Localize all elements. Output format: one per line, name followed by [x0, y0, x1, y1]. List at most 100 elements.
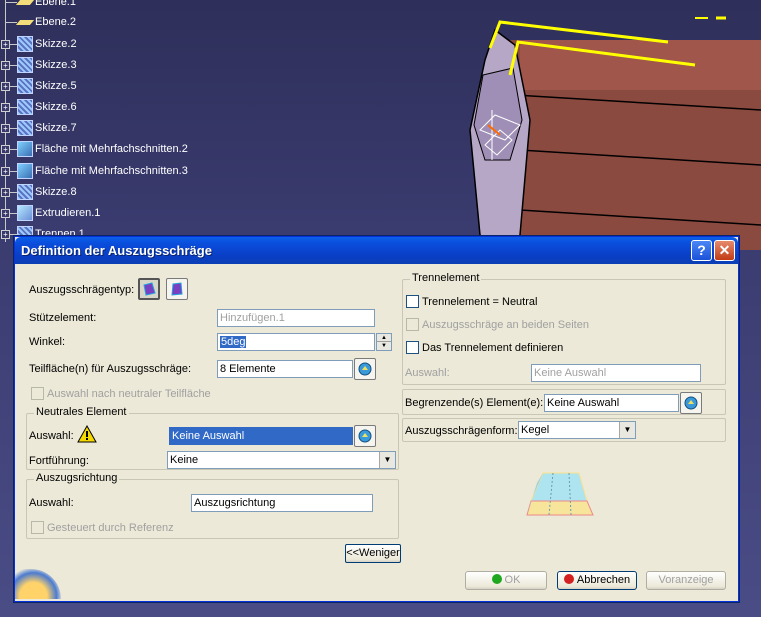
expand-icon[interactable]: + [1, 167, 10, 176]
propagation-dropdown[interactable]: Keine ▼ [167, 451, 396, 469]
close-button[interactable]: ✕ [714, 240, 735, 261]
cancel-button[interactable]: Abbrechen [557, 571, 637, 590]
tree-item-skizze-2[interactable]: + Skizze.2 [0, 34, 77, 54]
direction-selection-field[interactable]: Auszugsrichtung [191, 494, 373, 512]
propagation-value: Keine [170, 454, 199, 466]
faces-edit-button[interactable] [354, 358, 376, 380]
angle-label: Winkel: [29, 336, 66, 348]
support-field: Hinzufügen.1 [217, 309, 375, 327]
draft-type-label: Auszugsschrägentyp: [29, 284, 135, 296]
surface-icon [17, 163, 33, 179]
help-button[interactable]: ? [691, 240, 712, 261]
neutral-element-title: Neutrales Element [34, 406, 129, 418]
draft-preview-image [526, 472, 594, 516]
tree-item-label: Extrudieren.1 [35, 207, 101, 219]
expand-icon[interactable]: + [1, 61, 10, 70]
direction-selection-label: Auswahl: [29, 497, 74, 509]
parting-selection-label: Auswahl: [405, 367, 450, 379]
sketch-icon [17, 78, 33, 94]
support-label: Stützelement: [29, 312, 97, 324]
dialog-titlebar[interactable]: Definition der Auszugsschräge ? ✕ [15, 237, 738, 264]
expand-icon[interactable]: + [1, 40, 10, 49]
tree-item-label: Skizze.2 [35, 38, 77, 50]
expand-icon[interactable]: + [1, 124, 10, 133]
expand-icon[interactable]: + [1, 230, 10, 239]
sketch-icon [17, 120, 33, 136]
define-parting-checkbox[interactable] [406, 341, 419, 354]
draft-form-label: Auszugsschrägenform: [405, 425, 518, 437]
tree-item-skizze-8[interactable]: + Skizze.8 [0, 182, 77, 202]
controlled-by-reference-checkbox[interactable] [31, 521, 44, 534]
draft-form-dropdown[interactable]: Kegel ▼ [518, 421, 636, 439]
neutral-selection-field[interactable]: Keine Auswahl [169, 427, 353, 445]
expand-icon[interactable]: + [1, 209, 10, 218]
tree-item-ebene-2[interactable]: Ebene.2 [0, 12, 76, 32]
tree-item-label: Skizze.6 [35, 101, 77, 113]
less-button[interactable]: <<Weniger [345, 544, 401, 563]
tree-item-flaeche-3[interactable]: + Fläche mit Mehrfachschnitten.3 [0, 161, 188, 181]
constant-draft-icon [143, 282, 156, 296]
sketch-icon [17, 57, 33, 73]
catia-logo [15, 569, 61, 599]
tree-item-label: Skizze.7 [35, 122, 77, 134]
parting-selection-field: Keine Auswahl [531, 364, 701, 382]
tree-item-skizze-6[interactable]: + Skizze.6 [0, 97, 77, 117]
selection-list-icon [358, 362, 372, 376]
tree-item-skizze-5[interactable]: + Skizze.5 [0, 76, 77, 96]
draft-definition-dialog: Definition der Auszugsschräge ? ✕ Auszug… [14, 236, 739, 602]
select-by-neutral-label: Auswahl nach neutraler Teilfläche [47, 388, 211, 400]
expand-icon[interactable]: + [1, 82, 10, 91]
ok-button[interactable]: OK [465, 571, 547, 590]
parting-neutral-label: Trennelement = Neutral [422, 296, 538, 308]
draft-form-value: Kegel [521, 424, 550, 436]
tree-item-label: Ebene.2 [35, 16, 76, 28]
angle-spinner[interactable]: ▲ ▼ [376, 333, 392, 351]
define-parting-label: Das Trennelement definieren [422, 342, 564, 354]
parting-neutral-checkbox[interactable] [406, 295, 419, 308]
limiting-element-field[interactable]: Keine Auswahl [544, 394, 679, 412]
neutral-selection-label: Auswahl: [29, 430, 74, 442]
tree-item-extrudieren-1[interactable]: + Extrudieren.1 [0, 203, 100, 223]
tree-item-label: Skizze.3 [35, 59, 77, 71]
plane-icon [17, 14, 33, 30]
tree-item-ebene-1[interactable]: Ebene.1 [0, 0, 76, 12]
chevron-down-icon: ▼ [379, 452, 395, 468]
neutral-selection-edit-button[interactable] [354, 425, 376, 447]
tree-item-flaeche-2[interactable]: + Fläche mit Mehrfachschnitten.2 [0, 139, 188, 159]
selection-list-icon [358, 429, 372, 443]
variable-angle-draft-button[interactable] [166, 278, 188, 300]
sketch-icon [17, 36, 33, 52]
extrude-icon [17, 205, 33, 221]
tree-item-skizze-3[interactable]: + Skizze.3 [0, 55, 77, 75]
chevron-down-icon: ▼ [619, 422, 635, 438]
preview-button[interactable]: Voranzeige [646, 571, 726, 590]
angle-value: 5deg [220, 336, 247, 348]
faces-to-draft-field[interactable]: 8 Elemente [217, 360, 353, 378]
surface-icon [17, 141, 33, 157]
plane-icon [17, 0, 33, 10]
select-by-neutral-checkbox[interactable] [31, 387, 44, 400]
tree-item-label: Skizze.5 [35, 80, 77, 92]
limiting-edit-button[interactable] [680, 392, 702, 414]
tree-item-skizze-7[interactable]: + Skizze.7 [0, 118, 77, 138]
tree-item-label: Ebene.1 [35, 0, 76, 8]
draft-both-sides-checkbox[interactable] [406, 318, 419, 331]
limiting-element-label: Begrenzende(s) Element(e): [405, 397, 544, 409]
ok-icon [491, 574, 502, 584]
pulling-direction-title: Auszugsrichtung [34, 472, 120, 484]
propagation-label: Fortführung: [29, 455, 89, 467]
variable-draft-icon [171, 282, 183, 296]
draft-both-sides-label: Auszugsschräge an beiden Seiten [422, 319, 589, 331]
expand-icon[interactable]: + [1, 103, 10, 112]
expand-icon[interactable]: + [1, 145, 10, 154]
constant-angle-draft-button[interactable] [138, 278, 160, 300]
tree-item-label: Fläche mit Mehrfachschnitten.3 [35, 165, 188, 177]
parting-element-title: Trennelement [410, 272, 482, 284]
tree-item-label: Fläche mit Mehrfachschnitten.2 [35, 143, 188, 155]
expand-icon[interactable]: + [1, 188, 10, 197]
sketch-icon [17, 99, 33, 115]
tree-item-label: Skizze.8 [35, 186, 77, 198]
angle-input[interactable]: 5deg [217, 333, 375, 351]
sketch-icon [17, 184, 33, 200]
faces-to-draft-label: Teilfläche(n) für Auszugsschräge: [29, 363, 192, 375]
